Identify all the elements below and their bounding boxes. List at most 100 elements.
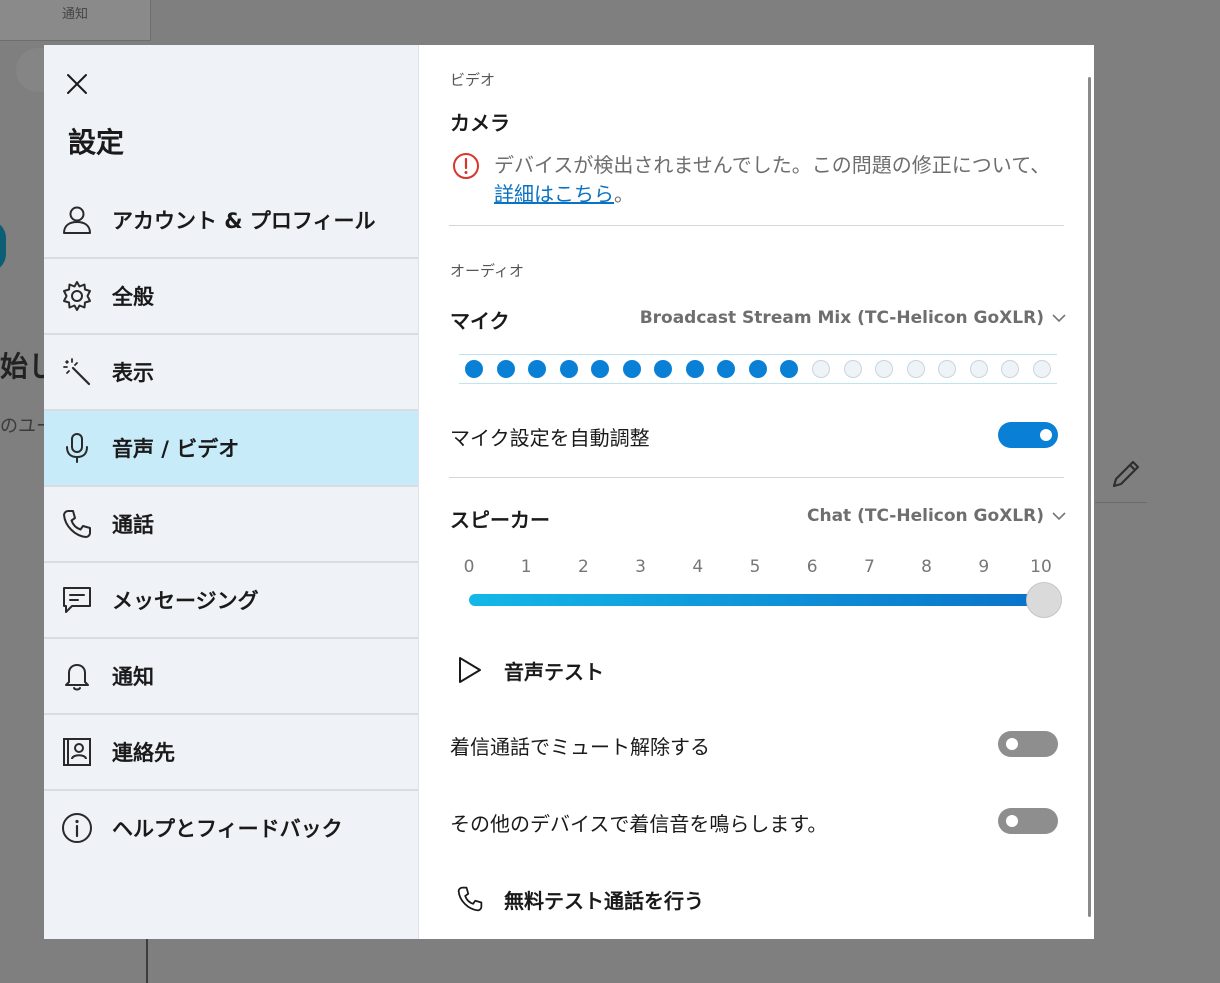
message-icon <box>60 583 94 617</box>
volume-tick-label: 2 <box>577 557 589 577</box>
warning-message: デバイスが検出されませんでした。この問題の修正について、 <box>494 153 1051 177</box>
sidebar-item-contacts[interactable]: 連絡先 <box>44 715 418 791</box>
volume-tick-label: 9 <box>978 557 990 577</box>
mic-level-dot <box>685 360 704 378</box>
warning-period: 。 <box>614 182 634 206</box>
chevron-down-icon <box>1052 512 1066 521</box>
mic-level-dot <box>875 360 894 378</box>
warning-icon <box>453 153 479 179</box>
free-test-call-button[interactable]: 無料テスト通話を行う <box>456 883 704 915</box>
volume-scale: 0 1 2 3 4 5 6 7 8 9 10 <box>459 557 1061 581</box>
video-section-label: ビデオ <box>450 71 496 89</box>
speaker-heading: スピーカー <box>450 508 550 532</box>
toggle-knob <box>1006 815 1018 827</box>
contact-card-icon <box>60 735 94 769</box>
volume-tick-label: 10 <box>1030 557 1052 577</box>
sidebar-item-label: ヘルプとフィードバック <box>112 817 343 841</box>
sidebar-item-display[interactable]: 表示 <box>44 335 418 411</box>
sound-test-button[interactable]: 音声テスト <box>456 655 604 685</box>
info-icon <box>60 811 94 845</box>
background-divider <box>1095 502 1147 503</box>
bell-icon <box>60 659 94 693</box>
camera-warning: デバイスが検出されませんでした。この問題の修正について、詳細はこちら。 <box>452 151 1064 209</box>
divider <box>449 477 1064 478</box>
settings-content: ビデオ カメラ デバイスが検出されませんでした。この問題の修正について、詳細はこ… <box>419 45 1094 939</box>
sidebar-item-label: 表示 <box>112 361 154 385</box>
background-avatar <box>0 220 6 272</box>
auto-adjust-toggle[interactable] <box>998 422 1058 448</box>
phone-icon <box>60 507 94 541</box>
sidebar-item-label: 全般 <box>112 285 154 309</box>
volume-slider-thumb[interactable] <box>1026 582 1062 618</box>
chevron-down-icon <box>1052 314 1066 323</box>
sidebar-item-help[interactable]: ヘルプとフィードバック <box>44 791 418 865</box>
settings-dialog: 設定 アカウント & プロフィール 全般 表示 音声 / ビデオ 通話 メッセー… <box>44 45 1094 939</box>
close-button[interactable] <box>62 69 92 99</box>
speaker-device-value: Chat (TC-Helicon GoXLR) <box>806 506 1044 526</box>
microphone-icon <box>60 431 94 465</box>
background-tab-strip: 通知 <box>0 0 151 41</box>
toggle-knob <box>1006 738 1018 750</box>
divider <box>449 225 1064 226</box>
mic-level-dot <box>812 360 831 378</box>
mic-level-dot <box>1001 360 1020 378</box>
mic-level-dot <box>717 360 736 378</box>
sidebar-item-calls[interactable]: 通話 <box>44 487 418 563</box>
sidebar-item-label: 連絡先 <box>112 741 175 765</box>
sidebar-item-label: アカウント & プロフィール <box>112 209 376 233</box>
sidebar-item-notifications[interactable]: 通知 <box>44 639 418 715</box>
mic-device-dropdown[interactable]: Broadcast Stream Mix (TC-Helicon GoXLR) <box>640 308 1066 328</box>
ring-other-devices-label: その他のデバイスで着信音を鳴らします。 <box>450 812 828 836</box>
volume-tick-label: 8 <box>921 557 933 577</box>
audio-section-label: オーディオ <box>450 262 524 280</box>
toggle-knob <box>1040 429 1052 441</box>
mic-level-dot <box>969 360 988 378</box>
speaker-device-dropdown[interactable]: Chat (TC-Helicon GoXLR) <box>807 506 1066 526</box>
camera-warning-text: デバイスが検出されませんでした。この問題の修正について、詳細はこちら。 <box>494 151 1064 209</box>
volume-tick-label: 4 <box>692 557 704 577</box>
volume-slider-track[interactable] <box>469 594 1045 606</box>
phone-icon <box>457 886 483 912</box>
sidebar-item-label: 通話 <box>112 513 154 537</box>
sound-test-label: 音声テスト <box>504 659 604 684</box>
mic-level-dot <box>622 360 641 378</box>
mic-device-value: Broadcast Stream Mix (TC-Helicon GoXLR) <box>639 308 1044 328</box>
volume-tick-label: 3 <box>635 557 647 577</box>
play-icon <box>459 657 481 683</box>
mic-level-dot <box>906 360 925 378</box>
sidebar-item-label: 音声 / ビデオ <box>112 437 240 461</box>
mic-level-dot <box>654 360 673 378</box>
settings-sidebar: 設定 アカウント & プロフィール 全般 表示 音声 / ビデオ 通話 メッセー… <box>44 45 419 939</box>
magic-wand-icon <box>60 355 94 389</box>
sidebar-item-general[interactable]: 全般 <box>44 259 418 335</box>
camera-heading: カメラ <box>450 111 510 135</box>
mic-level-dot <box>528 360 547 378</box>
mic-level-dot <box>559 360 578 378</box>
learn-more-link[interactable]: 詳細はこちら <box>494 182 614 206</box>
mic-level-dot <box>780 360 799 378</box>
mic-level-dot <box>748 360 767 378</box>
sidebar-item-messaging[interactable]: メッセージング <box>44 563 418 639</box>
mic-level-dot <box>465 360 483 378</box>
volume-tick-label: 0 <box>463 557 475 577</box>
mic-level-meter <box>459 354 1057 384</box>
background-tab-notifications: 通知 <box>61 7 88 22</box>
sidebar-item-account[interactable]: アカウント & プロフィール <box>44 183 418 259</box>
mic-level-dot <box>938 360 957 378</box>
mic-level-dot <box>591 360 610 378</box>
settings-title: 設定 <box>68 126 125 159</box>
volume-tick-label: 6 <box>806 557 818 577</box>
sidebar-item-audio-video[interactable]: 音声 / ビデオ <box>44 411 418 487</box>
mic-heading: マイク <box>450 309 510 333</box>
unmute-incoming-toggle[interactable] <box>998 731 1058 757</box>
volume-tick-label: 5 <box>749 557 761 577</box>
close-icon <box>67 74 87 94</box>
sidebar-item-label: 通知 <box>112 665 154 689</box>
scrollbar[interactable] <box>1088 77 1091 917</box>
sidebar-item-label: メッセージング <box>112 589 259 613</box>
mic-level-dot <box>1032 360 1051 378</box>
gear-icon <box>60 279 94 313</box>
pencil-icon <box>1108 456 1144 492</box>
ring-other-devices-toggle[interactable] <box>998 808 1058 834</box>
background-divider-vertical <box>146 938 148 983</box>
